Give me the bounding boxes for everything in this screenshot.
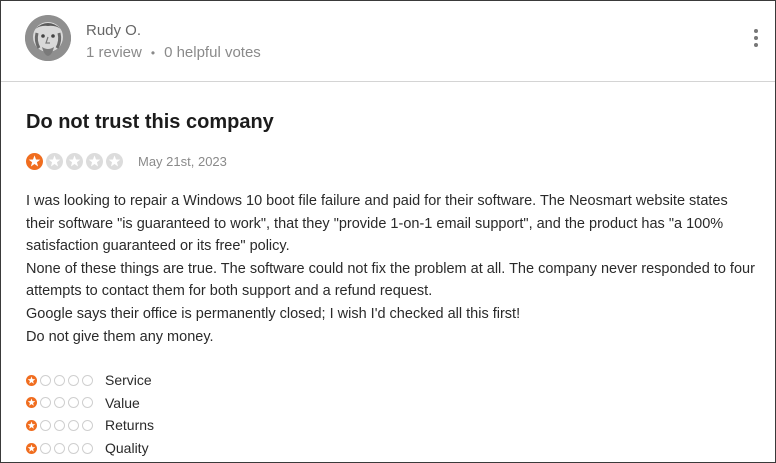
star-icon xyxy=(82,374,93,386)
star-icon xyxy=(86,153,103,170)
sub-rating-service: Service xyxy=(26,369,154,392)
review-paragraph: Google says their office is permanently … xyxy=(26,305,521,322)
sub-rating-label: Quality xyxy=(105,440,149,457)
helpful-votes-count: 0 helpful votes xyxy=(164,44,261,61)
review-count: 1 review xyxy=(86,44,142,61)
star-icon xyxy=(82,397,93,409)
star-icon xyxy=(66,153,83,170)
sub-rating-stars xyxy=(26,419,105,431)
star-icon xyxy=(68,397,79,409)
avatar[interactable] xyxy=(25,15,71,61)
star-icon xyxy=(82,419,93,431)
sub-ratings: Service Value Returns Quality xyxy=(26,369,154,459)
star-icon xyxy=(26,397,37,409)
star-icon xyxy=(26,153,43,170)
star-icon xyxy=(40,419,51,431)
review-rating-row: May 21st, 2023 xyxy=(26,153,227,170)
sub-rating-label: Returns xyxy=(105,417,155,434)
star-icon xyxy=(40,397,51,409)
sub-rating-label: Service xyxy=(105,372,152,389)
sub-rating-quality: Quality xyxy=(26,437,154,460)
star-icon xyxy=(106,153,123,170)
reviewer-name[interactable]: Rudy O. xyxy=(86,22,141,39)
star-icon xyxy=(46,153,63,170)
star-icon xyxy=(68,419,79,431)
review-body: I was looking to repair a Windows 10 boo… xyxy=(26,190,756,348)
review-paragraph: Do not give them any money. xyxy=(26,328,214,345)
star-icon xyxy=(26,374,37,386)
sub-rating-stars xyxy=(26,442,105,454)
sub-rating-stars xyxy=(26,374,105,386)
star-icon xyxy=(40,442,51,454)
meta-separator: • xyxy=(150,45,156,60)
more-vertical-icon[interactable] xyxy=(751,29,761,49)
reviewer-header: Rudy O. 1 review • 0 helpful votes xyxy=(1,1,775,82)
star-icon xyxy=(68,442,79,454)
star-icon xyxy=(82,442,93,454)
sub-rating-returns: Returns xyxy=(26,414,154,437)
star-icon xyxy=(54,374,65,386)
star-icon xyxy=(26,442,37,454)
star-icon xyxy=(26,419,37,431)
sub-rating-value: Value xyxy=(26,392,154,415)
star-rating xyxy=(26,153,126,170)
review-title: Do not trust this company xyxy=(26,111,274,133)
star-icon xyxy=(54,442,65,454)
sub-rating-label: Value xyxy=(105,394,140,411)
review-paragraph: I was looking to repair a Windows 10 boo… xyxy=(26,193,728,255)
review-paragraph: None of these things are true. The softw… xyxy=(26,260,755,300)
star-icon xyxy=(54,419,65,431)
star-icon xyxy=(54,397,65,409)
star-icon xyxy=(68,374,79,386)
star-icon xyxy=(40,374,51,386)
reviewer-meta: 1 review • 0 helpful votes xyxy=(86,44,261,61)
sub-rating-stars xyxy=(26,397,105,409)
review-date: May 21st, 2023 xyxy=(138,154,227,169)
review-card: Rudy O. 1 review • 0 helpful votes Do no… xyxy=(0,0,776,463)
